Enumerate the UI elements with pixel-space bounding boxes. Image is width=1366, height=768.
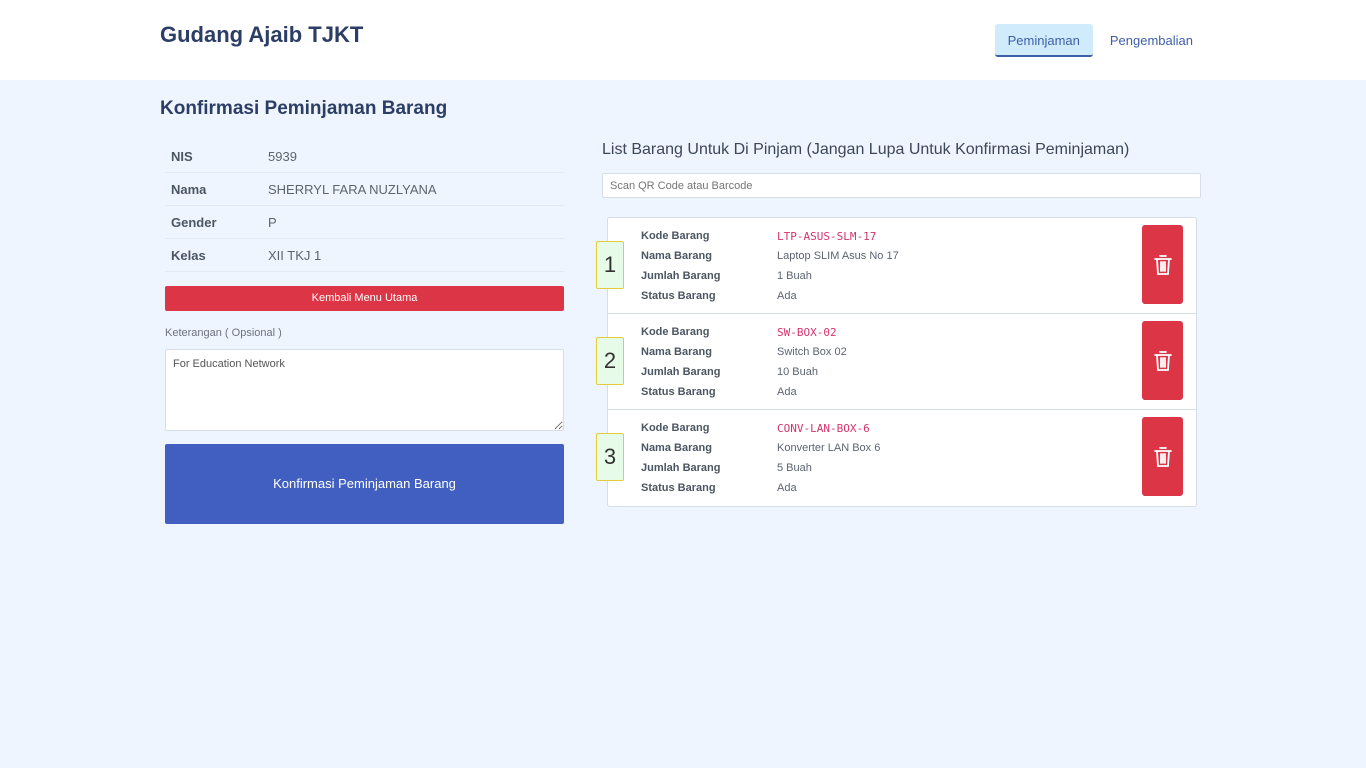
item-status: Ada bbox=[777, 386, 797, 398]
list-item: 3 Kode Barang CONV-LAN-BOX-6 Nama Barang K… bbox=[596, 410, 1196, 506]
page-title: Konfirmasi Peminjaman Barang bbox=[160, 98, 448, 119]
info-value: 5939 bbox=[268, 148, 297, 164]
trash-icon bbox=[1153, 446, 1172, 467]
list-title: List Barang Untuk Di Pinjam (Jangan Lupa… bbox=[602, 141, 1130, 158]
info-value: P bbox=[268, 214, 277, 230]
keterangan-label: Keterangan ( Opsional ) bbox=[165, 327, 282, 339]
item-number-badge: 3 bbox=[596, 433, 624, 481]
field-label: Kode Barang bbox=[641, 422, 710, 434]
item-name: Konverter LAN Box 6 bbox=[777, 442, 881, 454]
field-label: Nama Barang bbox=[641, 250, 712, 262]
item-quantity: 5 Buah bbox=[777, 462, 812, 474]
delete-item-button[interactable] bbox=[1142, 321, 1183, 400]
info-row-nama: Nama SHERRYL FARA NUZLYANA bbox=[165, 173, 564, 206]
info-value: SHERRYL FARA NUZLYANA bbox=[268, 181, 437, 197]
item-list: 1 Kode Barang LTP-ASUS-SLM-17 Nama Barang… bbox=[596, 217, 1197, 507]
item-fields: Kode Barang SW-BOX-02 Nama Barang Switch B… bbox=[641, 322, 847, 402]
list-item: 2 Kode Barang SW-BOX-02 Nama Barang Switch… bbox=[596, 314, 1196, 410]
field-label: Jumlah Barang bbox=[641, 270, 721, 282]
info-value: XII TKJ 1 bbox=[268, 247, 322, 263]
delete-item-button[interactable] bbox=[1142, 225, 1183, 304]
item-fields: Kode Barang LTP-ASUS-SLM-17 Nama Barang La… bbox=[641, 226, 899, 306]
back-to-main-menu-button[interactable]: Kembali Menu Utama bbox=[165, 286, 564, 311]
brand-title[interactable]: Gudang Ajaib TJKT bbox=[160, 22, 363, 48]
info-row-nis: NIS 5939 bbox=[165, 140, 564, 173]
top-navbar: Gudang Ajaib TJKT Peminjaman Pengembalia… bbox=[0, 0, 1366, 80]
student-info-table: NIS 5939 Nama SHERRYL FARA NUZLYANA Gend… bbox=[165, 140, 564, 272]
item-fields: Kode Barang CONV-LAN-BOX-6 Nama Barang Kon… bbox=[641, 418, 880, 498]
item-name: Switch Box 02 bbox=[777, 346, 847, 358]
confirm-borrow-button[interactable]: Konfirmasi Peminjaman Barang bbox=[165, 444, 564, 524]
nav-pengembalian[interactable]: Pengembalian bbox=[1097, 24, 1206, 57]
nav-peminjaman[interactable]: Peminjaman bbox=[994, 24, 1093, 57]
item-status: Ada bbox=[777, 482, 797, 494]
info-row-kelas: Kelas XII TKJ 1 bbox=[165, 239, 564, 272]
field-label: Status Barang bbox=[641, 386, 716, 398]
field-label: Nama Barang bbox=[641, 346, 712, 358]
info-row-gender: Gender P bbox=[165, 206, 564, 239]
item-quantity: 1 Buah bbox=[777, 270, 812, 282]
list-item: 1 Kode Barang LTP-ASUS-SLM-17 Nama Barang… bbox=[596, 218, 1196, 314]
info-label: Kelas bbox=[171, 247, 206, 263]
item-code: LTP-ASUS-SLM-17 bbox=[777, 229, 877, 243]
item-number-badge: 1 bbox=[596, 241, 624, 289]
field-label: Kode Barang bbox=[641, 230, 710, 242]
trash-icon bbox=[1153, 254, 1172, 275]
field-label: Kode Barang bbox=[641, 326, 710, 338]
field-label: Status Barang bbox=[641, 290, 716, 302]
main-nav: Peminjaman Pengembalian bbox=[994, 24, 1206, 57]
info-label: Nama bbox=[171, 181, 207, 197]
keterangan-textarea[interactable]: For Education Network bbox=[165, 349, 564, 431]
info-label: Gender bbox=[171, 214, 217, 230]
field-label: Nama Barang bbox=[641, 442, 712, 454]
info-label: NIS bbox=[171, 148, 193, 164]
item-name: Laptop SLIM Asus No 17 bbox=[777, 250, 899, 262]
item-code: SW-BOX-02 bbox=[777, 325, 837, 339]
item-status: Ada bbox=[777, 290, 797, 302]
field-label: Jumlah Barang bbox=[641, 366, 721, 378]
field-label: Status Barang bbox=[641, 482, 716, 494]
item-code: CONV-LAN-BOX-6 bbox=[777, 421, 870, 435]
scan-barcode-input[interactable] bbox=[602, 173, 1201, 198]
trash-icon bbox=[1153, 350, 1172, 371]
item-number-badge: 2 bbox=[596, 337, 624, 385]
delete-item-button[interactable] bbox=[1142, 417, 1183, 496]
item-quantity: 10 Buah bbox=[777, 366, 818, 378]
field-label: Jumlah Barang bbox=[641, 462, 721, 474]
